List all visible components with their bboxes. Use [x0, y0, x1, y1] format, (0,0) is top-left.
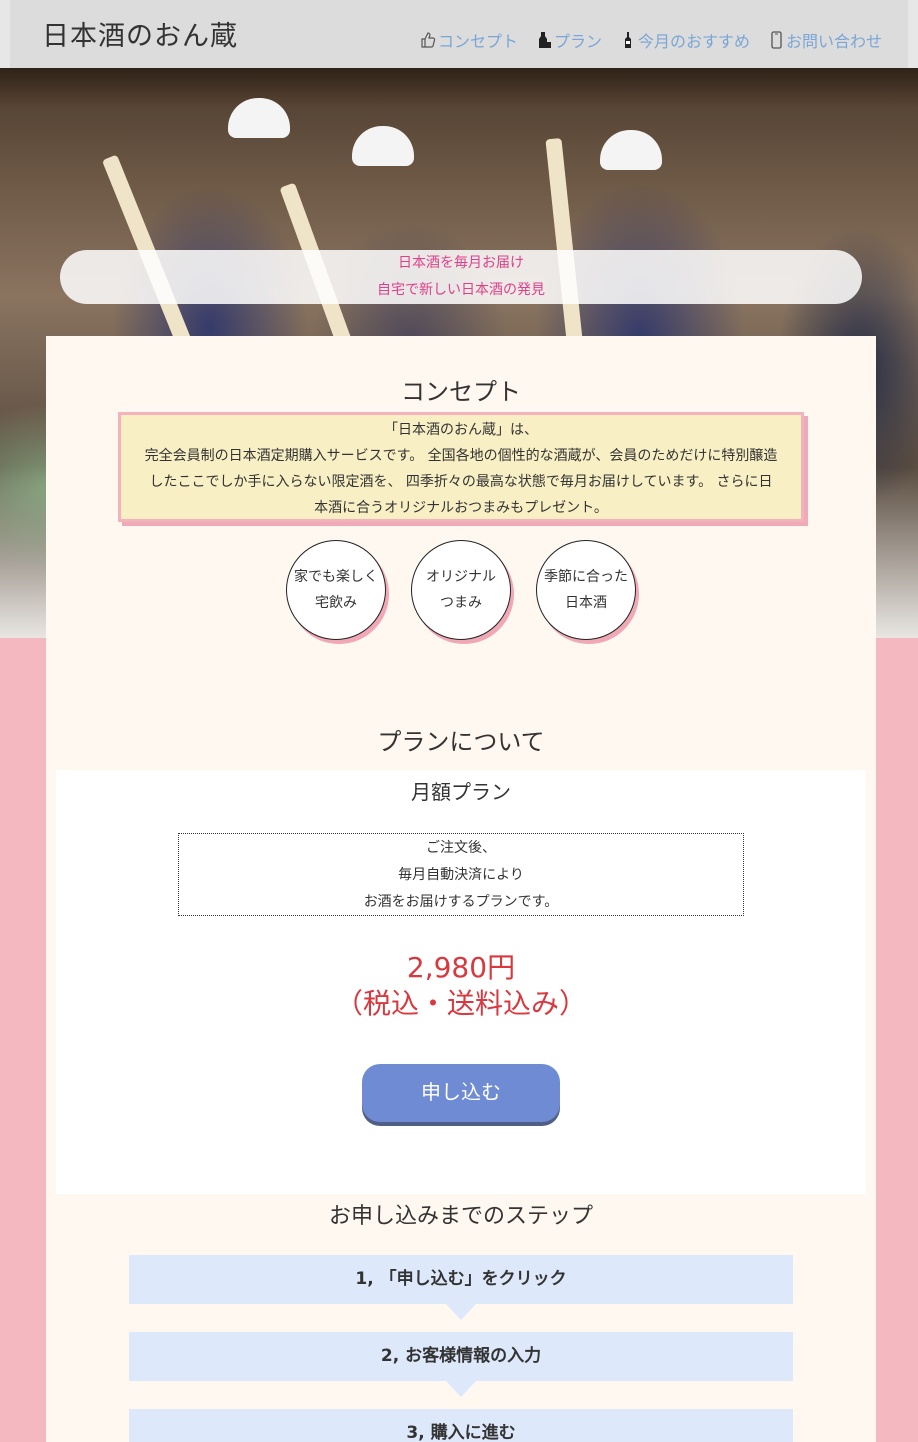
- step-arrow: [446, 1381, 476, 1397]
- site-header: 日本酒のおん蔵 コンセプト プラン 今月のおすすめ お問い合わせ: [0, 0, 918, 68]
- step-item: 1, 「申し込む」をクリック: [129, 1255, 793, 1320]
- feature-circles: 家でも楽しく 宅飲み オリジナル つまみ 季節に合った 日本酒: [286, 540, 636, 640]
- nav-item-recommend[interactable]: 今月のおすすめ: [620, 28, 750, 52]
- apply-button[interactable]: 申し込む: [362, 1064, 560, 1122]
- tagline-line-2: 自宅で新しい日本酒の発見: [377, 282, 545, 298]
- feature-circle: 季節に合った 日本酒: [536, 540, 636, 640]
- concept-title: コンセプト: [401, 378, 521, 406]
- step-label: 2, お客様情報の入力: [380, 1346, 542, 1366]
- feature-line: 季節に合った: [544, 569, 628, 585]
- plan-section-title: プランについて: [377, 728, 545, 756]
- nav-label-recommend: 今月のおすすめ: [637, 32, 750, 51]
- feature-circle: 家でも楽しく 宅飲み: [286, 540, 386, 640]
- price-note: （税込・送料込み）: [334, 987, 587, 1020]
- plan-name: 月額プラン: [411, 780, 511, 804]
- hero-ceiling: [0, 68, 918, 108]
- hero-worker-cap: [600, 130, 662, 170]
- nav-label-concept: コンセプト: [437, 32, 518, 51]
- steps-title: お申し込みまでのステップ: [328, 1204, 593, 1229]
- concept-description: 「日本酒のおん蔵」は、 完全会員制の日本酒定期購入サービスです。 全国各地の個性…: [118, 412, 804, 522]
- nav-item-concept[interactable]: コンセプト: [420, 28, 518, 52]
- nav-label-plan: プラン: [553, 32, 602, 51]
- concept-line: したここでしか手に入らない限定酒を、 四季折々の最高な状態で毎月お届けしています…: [149, 474, 773, 490]
- sake-bottle-icon: [538, 32, 551, 48]
- tagline-line-1: 日本酒を毎月お届け: [398, 255, 524, 271]
- plan-description: ご注文後、 毎月自動決済により お酒をお届けするプランです。: [178, 833, 744, 916]
- plan-desc-line: 毎月自動決済により: [398, 867, 524, 883]
- step-item: 2, お客様情報の入力: [129, 1332, 793, 1397]
- plan-desc-line: ご注文後、: [426, 840, 496, 856]
- feature-line: オリジナル: [426, 569, 496, 585]
- step-label: 1, 「申し込む」をクリック: [355, 1269, 567, 1289]
- mobile-phone-icon: [771, 31, 782, 49]
- bottle-icon: [624, 32, 631, 48]
- plan-panel: 月額プラン ご注文後、 毎月自動決済により お酒をお届けするプランです。 2,9…: [56, 770, 866, 1194]
- feature-line: つまみ: [440, 595, 482, 611]
- nav-label-contact: お問い合わせ: [785, 32, 882, 51]
- concept-line: 本酒に合うオリジナルおつまみもプレゼント。: [314, 500, 608, 516]
- nav-item-contact[interactable]: お問い合わせ: [768, 28, 882, 52]
- plan-price: 2,980円 （税込・送料込み）: [56, 950, 866, 1022]
- hero-tagline: 日本酒を毎月お届け 自宅で新しい日本酒の発見: [60, 250, 862, 304]
- step-arrow: [446, 1304, 476, 1320]
- main-content: コンセプト 「日本酒のおん蔵」は、 完全会員制の日本酒定期購入サービスです。 全…: [46, 336, 876, 1442]
- step-item: 3, 購入に進む: [129, 1409, 793, 1442]
- concept-line: 「日本酒のおん蔵」は、: [384, 422, 538, 438]
- feature-line: 日本酒: [565, 595, 607, 611]
- price-value: 2,980円: [406, 951, 516, 984]
- site-logo[interactable]: 日本酒のおん蔵: [42, 14, 238, 53]
- feature-line: 宅飲み: [315, 595, 357, 611]
- plan-desc-line: お酒をお届けするプランです。: [363, 894, 559, 910]
- concept-line: 完全会員制の日本酒定期購入サービスです。 全国各地の個性的な酒蔵が、会員のためだ…: [144, 448, 778, 464]
- thumbs-up-icon: [421, 32, 436, 48]
- step-label: 3, 購入に進む: [406, 1423, 516, 1442]
- nav-item-plan[interactable]: プラン: [536, 28, 602, 52]
- header-bar: 日本酒のおん蔵 コンセプト プラン 今月のおすすめ お問い合わせ: [10, 0, 908, 68]
- feature-circle: オリジナル つまみ: [411, 540, 511, 640]
- hero-worker-cap: [352, 126, 414, 166]
- feature-line: 家でも楽しく: [294, 569, 378, 585]
- main-nav: コンセプト プラン 今月のおすすめ お問い合わせ: [420, 28, 882, 52]
